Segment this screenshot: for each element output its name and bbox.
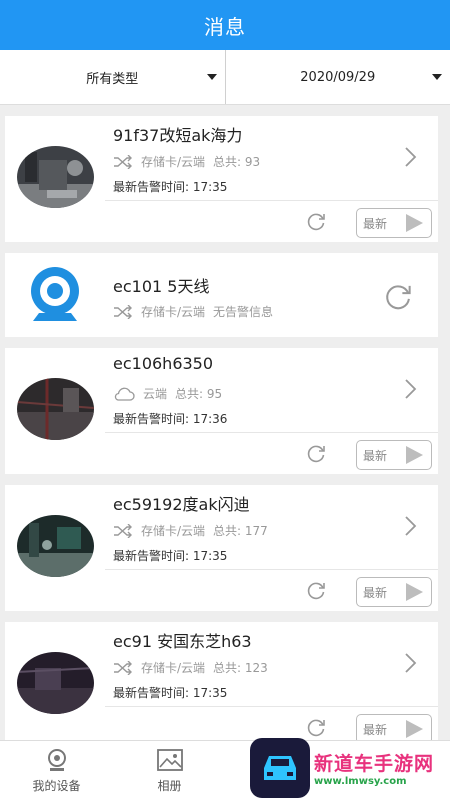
type-filter-label: 所有类型 xyxy=(86,71,139,87)
camera-thumbnail xyxy=(17,378,94,440)
camera-card[interactable]: ec101 5天线 存储卡/云端 无告警信息 xyxy=(5,253,438,337)
camera-thumbnail xyxy=(17,652,94,714)
storage-label: 存储卡/云端 xyxy=(141,661,206,675)
shuffle-icon xyxy=(114,304,132,319)
camera-meta: 云端 总共: 95 xyxy=(113,385,222,402)
play-latest-button[interactable]: 最新 xyxy=(356,577,432,607)
camera-thumbnail xyxy=(17,515,94,577)
refresh-icon[interactable] xyxy=(305,442,327,464)
site-watermark: 新道车手游网 www.lmwsy.com xyxy=(250,736,450,800)
type-filter-dropdown[interactable]: 所有类型 xyxy=(0,50,225,104)
nav-album[interactable]: 相册 xyxy=(113,741,226,800)
storage-label: 云端 xyxy=(143,387,168,401)
play-icon xyxy=(406,583,423,601)
filter-bar: 所有类型 2020/09/29 xyxy=(0,50,450,105)
camera-thumbnail xyxy=(17,146,94,208)
play-latest-button[interactable]: 最新 xyxy=(356,440,432,470)
chevron-right-icon[interactable] xyxy=(404,515,418,537)
camera-card[interactable]: ec59192度ak闪迪 存储卡/云端 总共: 177 最新告警时间: 17:3… xyxy=(5,485,438,611)
shuffle-icon xyxy=(114,523,132,538)
nav-label: 相册 xyxy=(157,778,182,793)
total-count: 总共: 123 xyxy=(213,661,268,675)
date-filter-dropdown[interactable]: 2020/09/29 xyxy=(224,50,450,104)
watermark-url: www.lmwsy.com xyxy=(314,776,407,787)
camera-meta: 存储卡/云端 无告警信息 xyxy=(113,303,273,320)
play-icon xyxy=(406,446,423,464)
chevron-right-icon[interactable] xyxy=(404,652,418,674)
total-count: 总共: 95 xyxy=(175,387,223,401)
chevron-right-icon[interactable] xyxy=(404,146,418,168)
shuffle-icon xyxy=(114,660,132,675)
storage-label: 存储卡/云端 xyxy=(141,155,206,169)
latest-alarm-time: 最新告警时间: 17:35 xyxy=(113,549,228,563)
total-count: 总共: 93 xyxy=(213,155,261,169)
camera-card[interactable]: ec106h6350 云端 总共: 95 最新告警时间: 17:36 最新 xyxy=(5,348,438,474)
play-latest-label: 最新 xyxy=(363,448,388,463)
page-title: 消息 xyxy=(204,14,246,39)
storage-label: 存储卡/云端 xyxy=(141,524,206,538)
watermark-text: 新道车手游网 xyxy=(314,753,435,775)
chevron-right-icon[interactable] xyxy=(404,378,418,400)
latest-alarm-time: 最新告警时间: 17:35 xyxy=(113,180,228,194)
camera-meta: 存储卡/云端 总共: 177 xyxy=(113,522,268,539)
camera-card[interactable]: 91f37改短ak海力 存储卡/云端 总共: 93 最新告警时间: 17:35 … xyxy=(5,116,438,242)
alarm-status: 无告警信息 xyxy=(213,305,274,319)
nav-my-devices[interactable]: 我的设备 xyxy=(0,741,113,800)
caret-down-icon xyxy=(206,74,217,80)
divider xyxy=(105,200,438,201)
refresh-icon[interactable] xyxy=(305,579,327,601)
play-icon xyxy=(406,214,423,232)
device-icon xyxy=(47,748,66,771)
message-list: 91f37改短ak海力 存储卡/云端 总共: 93 最新告警时间: 17:35 … xyxy=(0,105,450,740)
nav-label: 我的设备 xyxy=(32,778,81,793)
caret-down-icon xyxy=(432,74,442,80)
camera-name: 91f37改短ak海力 xyxy=(113,126,243,145)
refresh-icon[interactable] xyxy=(382,280,414,312)
divider xyxy=(105,706,438,707)
storage-label: 存储卡/云端 xyxy=(141,305,206,319)
camera-name: ec101 5天线 xyxy=(113,277,210,296)
camera-logo-thumbnail xyxy=(17,263,94,325)
refresh-icon[interactable] xyxy=(305,210,327,232)
refresh-icon[interactable] xyxy=(305,716,327,738)
camera-name: ec59192度ak闪迪 xyxy=(113,495,250,514)
camera-card[interactable]: ec91 安国东芝h63 存储卡/云端 总共: 123 最新告警时间: 17:3… xyxy=(5,622,438,740)
divider xyxy=(105,569,438,570)
play-latest-button[interactable]: 最新 xyxy=(356,208,432,238)
divider xyxy=(105,432,438,433)
app-header: 消息 xyxy=(0,0,450,50)
total-count: 总共: 177 xyxy=(213,524,268,538)
latest-alarm-time: 最新告警时间: 17:36 xyxy=(113,412,228,426)
watermark-logo xyxy=(250,738,310,798)
date-filter-label: 2020/09/29 xyxy=(300,69,376,85)
play-latest-label: 最新 xyxy=(363,216,388,231)
album-icon xyxy=(156,748,183,771)
latest-alarm-time: 最新告警时间: 17:35 xyxy=(113,686,228,700)
camera-meta: 存储卡/云端 总共: 93 xyxy=(113,153,260,170)
camera-name: ec91 安国东芝h63 xyxy=(113,632,252,651)
play-latest-label: 最新 xyxy=(363,585,388,600)
play-latest-label: 最新 xyxy=(363,722,388,737)
camera-name: ec106h6350 xyxy=(113,354,214,373)
shuffle-icon xyxy=(114,154,132,169)
cloud-icon xyxy=(114,387,135,401)
camera-meta: 存储卡/云端 总共: 123 xyxy=(113,659,268,676)
